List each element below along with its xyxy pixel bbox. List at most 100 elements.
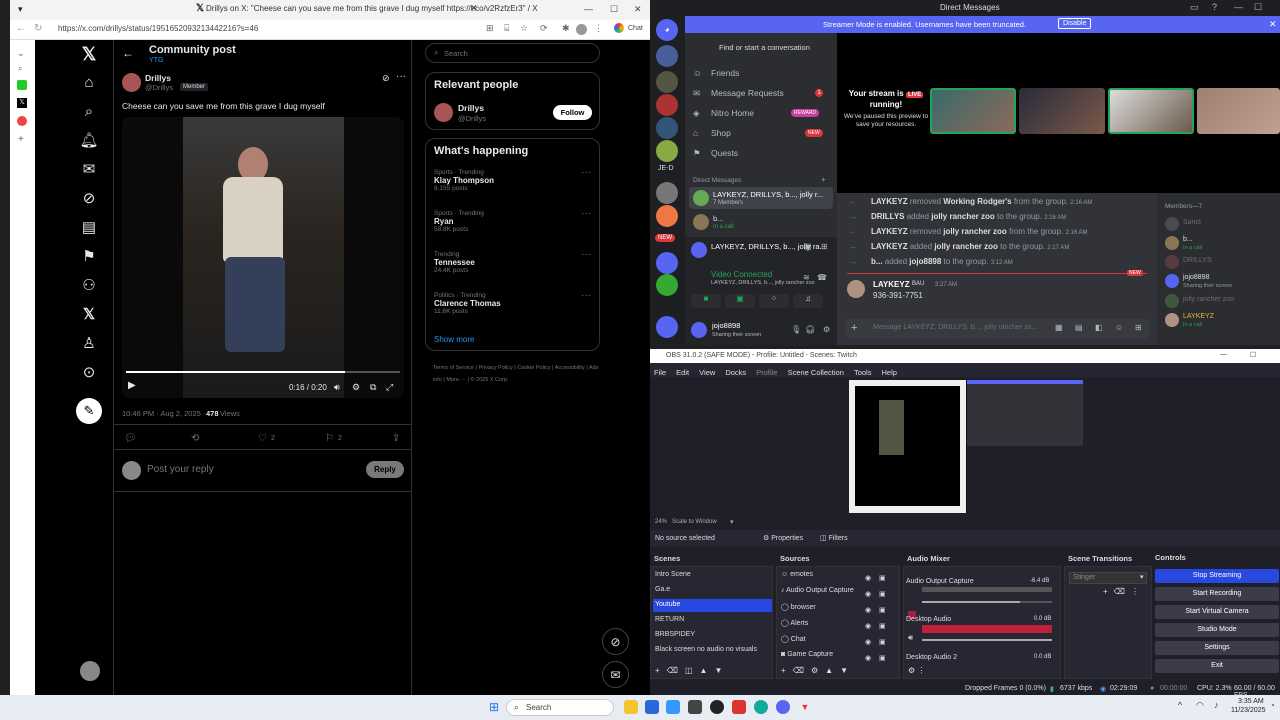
menu-edit[interactable]: Edit [676, 368, 689, 377]
search-tab-icon[interactable]: ⌕ [18, 64, 22, 74]
extensions-icon[interactable]: ✱ [562, 23, 570, 34]
minimize-icon[interactable]: — [584, 4, 593, 14]
lock-icon[interactable]: ▣ [879, 587, 886, 603]
progress-track[interactable] [126, 371, 400, 373]
trash-icon[interactable]: ⌫ [667, 666, 685, 675]
nav-message-requests[interactable]: ✉ Message Requests 1 [693, 85, 833, 101]
relevant-name[interactable]: Drillys [458, 103, 484, 113]
participant-tile[interactable] [930, 88, 1016, 134]
chevron-down-icon[interactable]: ▾ [730, 518, 734, 526]
stop-streaming-button[interactable]: Stop Streaming [1155, 569, 1279, 583]
mic-icon[interactable]: 🎙︎ [791, 325, 801, 334]
relevant-avatar[interactable] [434, 103, 453, 122]
banner-close-icon[interactable]: ✕ [1269, 19, 1277, 30]
msg-user[interactable]: b... [871, 257, 883, 266]
down-icon[interactable]: ▼ [840, 666, 855, 675]
video-player[interactable]: ▶ 0:16 / 0:20 🔊︎ ⚙ ⧉ ⤢ [122, 117, 404, 398]
app-icon[interactable] [666, 700, 680, 714]
minimize-icon[interactable]: — [1234, 2, 1243, 12]
add-icon[interactable]: + [781, 666, 793, 675]
discord-icon[interactable] [776, 700, 790, 714]
scene-item[interactable]: Intro Scene [655, 571, 691, 578]
close-window-icon[interactable]: ✕ [634, 4, 642, 15]
trend-more-icon[interactable]: ··· [581, 290, 591, 301]
taskbar-time[interactable]: 3:35 AM [1238, 698, 1264, 705]
edge-icon[interactable] [754, 700, 768, 714]
start-recording-button[interactable]: Start Recording [1155, 587, 1279, 601]
lock-icon[interactable]: ▣ [879, 571, 886, 587]
taskbar-date[interactable]: 11/23/2025 [1231, 707, 1266, 714]
menu-tools[interactable]: Tools [854, 368, 872, 377]
scene-item[interactable]: BRBSPIDEY [655, 631, 695, 638]
trend-more-icon[interactable]: ··· [581, 167, 591, 178]
eye-icon[interactable]: ◉ [865, 587, 871, 603]
url-field[interactable]: https://x.com/drillys/status/19516520932… [58, 24, 478, 33]
obs-icon[interactable] [710, 700, 724, 714]
nav-nitro-home[interactable]: ◈ Nitro Home REWARD [693, 105, 833, 121]
back-icon[interactable]: ← [16, 23, 26, 34]
menu-profile[interactable]: Profile [756, 368, 777, 377]
author-handle[interactable]: @Drillys [145, 83, 173, 92]
server-icon[interactable] [656, 71, 678, 93]
chat-label[interactable]: Chat [628, 25, 643, 32]
scene-item[interactable]: Ga.e [655, 586, 670, 593]
participant-tile[interactable] [1019, 88, 1105, 134]
noise-icon[interactable]: ≋ [803, 273, 810, 282]
trend-more-icon[interactable]: ··· [581, 208, 591, 219]
community-name[interactable]: YTG [149, 57, 163, 64]
trend-item[interactable]: Politics · Trending Clarence Thomas 11.6… [434, 292, 501, 315]
participant-tile[interactable] [1108, 88, 1194, 134]
menu-file[interactable]: File [654, 368, 666, 377]
menu-scene-collection[interactable]: Scene Collection [788, 368, 844, 377]
msg-target[interactable]: Working Rodger's [943, 197, 1011, 206]
tab-title[interactable]: Drillys on X: "Cheese can you save me fr… [206, 4, 538, 13]
author-avatar[interactable] [122, 73, 141, 92]
discord-home-icon[interactable]: ◕ [656, 19, 678, 41]
nav-quests[interactable]: ⚑ Quests [693, 145, 833, 161]
lock-icon[interactable]: ▣ [879, 603, 886, 619]
copilot-icon[interactable] [614, 23, 624, 33]
filter-icon[interactable]: ◫ [685, 666, 700, 675]
account-avatar[interactable] [80, 661, 100, 681]
sticker-icon[interactable]: ◧ [1095, 323, 1103, 332]
bookmarks-icon[interactable]: ⚑ [79, 247, 99, 267]
collapse-icon[interactable]: ⌄ [17, 48, 25, 59]
msg-target[interactable]: jolly rancher zoo [931, 212, 995, 221]
messages-float-button[interactable]: ✉ [602, 661, 629, 688]
grok-post-icon[interactable]: ⊘ [382, 73, 390, 84]
help-icon[interactable]: ? [1212, 2, 1217, 12]
lock-icon[interactable]: ▣ [879, 619, 886, 635]
self-name[interactable]: jojo8898 [712, 321, 740, 330]
trash-icon[interactable]: ⌫ [1114, 587, 1131, 596]
repost-icon[interactable]: ⟲ [191, 433, 199, 444]
msg-user[interactable]: LAYKEYZ [871, 242, 908, 251]
search-input[interactable]: Search [526, 703, 551, 712]
brave-icon[interactable]: ▼ [798, 700, 812, 714]
messages-icon[interactable]: ✉ [79, 160, 99, 180]
msg-target[interactable]: jolly rancher zoo [943, 227, 1007, 236]
scene-item[interactable]: Black screen no audio no visuals [655, 646, 757, 653]
app-icon[interactable] [732, 700, 746, 714]
wifi-icon[interactable]: ◠ [1196, 700, 1204, 711]
maximize-icon[interactable]: ☐ [1250, 351, 1256, 359]
search-box[interactable]: ⌕ Search [425, 43, 600, 63]
menu-view[interactable]: View [699, 368, 715, 377]
pip-icon[interactable]: ⧉ [370, 382, 376, 393]
maximize-icon[interactable]: ☐ [610, 4, 618, 15]
taskbar-search[interactable]: ⌕ Search [506, 699, 614, 716]
server-icon[interactable] [656, 94, 678, 116]
source-item[interactable]: ◯ Alerts [781, 619, 808, 627]
start-virtual-camera-button[interactable]: Start Virtual Camera [1155, 605, 1279, 619]
msg-user[interactable]: LAYKEYZ [871, 227, 908, 236]
properties-button[interactable]: ⚙ Properties [763, 534, 803, 542]
msg-user[interactable]: DRILLYS [871, 212, 905, 221]
app-icon[interactable] [688, 700, 702, 714]
server-icon[interactable] [656, 140, 678, 162]
x-logo-icon[interactable]: 𝕏 [79, 44, 99, 64]
exit-button[interactable]: Exit [1155, 659, 1279, 673]
footer-link[interactable]: Accessibility [555, 365, 585, 371]
windows-start-icon[interactable]: ⊞ [487, 700, 501, 714]
lock-icon[interactable]: ▣ [879, 635, 886, 651]
chevron-up-icon[interactable]: ^ [1178, 700, 1182, 710]
lock-icon[interactable]: ▣ [879, 651, 886, 667]
